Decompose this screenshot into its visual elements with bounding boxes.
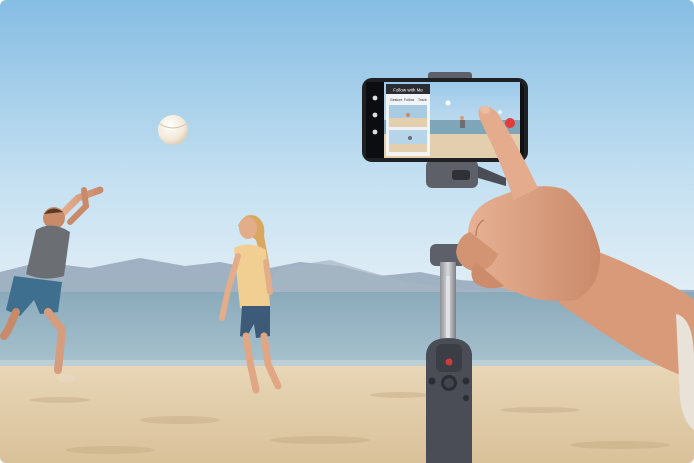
photo-canvas: Follow with Me Gesture Follow Track: [0, 0, 694, 463]
m-button-icon: [462, 377, 470, 385]
side-button-icon: [428, 377, 436, 385]
record-button-icon: [445, 358, 453, 366]
volleyball: [158, 115, 188, 145]
tab-gesture[interactable]: Gesture: [390, 98, 403, 102]
panel-title: Follow with Me: [393, 88, 423, 93]
joystick-icon: [441, 375, 457, 391]
tab-track[interactable]: Track: [418, 98, 427, 102]
record-icon: [505, 118, 515, 128]
tab-follow[interactable]: Follow: [404, 98, 415, 102]
beach-photo: Follow with Me Gesture Follow Track: [0, 0, 694, 463]
